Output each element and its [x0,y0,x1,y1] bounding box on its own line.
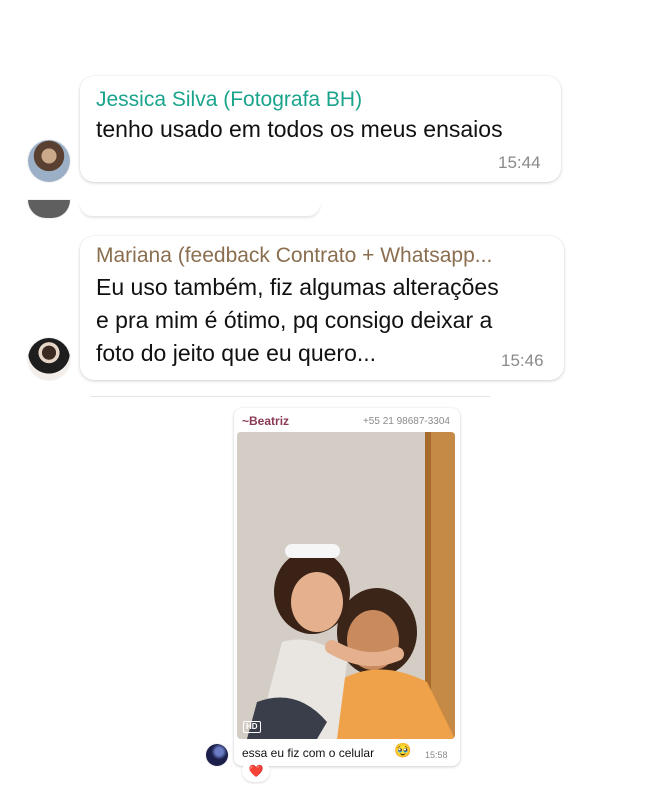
message-text-line-1: Eu uso também, fiz algumas alterações [96,274,499,300]
heart-icon: ❤️ [248,764,264,778]
avatar-mariana[interactable] [28,338,70,380]
reaction-badge[interactable]: ❤️ [242,760,270,782]
photo-caption: essa eu fiz com o celular [242,746,375,760]
message-text-line-3: foto do jeito que eu quero... [96,340,377,366]
sender-name[interactable]: ~Beatriz [242,414,289,428]
avatar-partial [28,200,70,218]
message-time: 15:46 [501,351,544,370]
message-time: 15:44 [498,153,541,172]
photo-message-bubble[interactable]: ~Beatriz +55 21 98687-3304 HD essa eu fi… [234,408,460,766]
message-time: 15:58 [425,750,448,760]
message-bubble-jessica[interactable]: Jessica Silva (Fotografa BH) tenho usado… [80,76,561,182]
sender-name[interactable]: Mariana (feedback Contrato + Whatsapp... [96,244,492,268]
message-text-line-2: e pra mim é ótimo, pq consigo deixar a [96,307,493,333]
message-bubble-mariana[interactable]: Mariana (feedback Contrato + Whatsapp...… [80,236,564,380]
emoji-icon: 🥹 [394,743,412,759]
message-text: tenho usado em todos os meus ensaios [96,116,503,142]
shared-photo[interactable]: HD [237,432,455,739]
message-bubble-partial [80,202,320,216]
hd-badge: HD [243,721,261,733]
avatar-jessica[interactable] [28,140,70,182]
sender-phone: +55 21 98687-3304 [362,416,450,427]
avatar-beatriz[interactable] [206,744,228,766]
sender-name[interactable]: Jessica Silva (Fotografa BH) [96,88,362,112]
divider [90,396,490,397]
